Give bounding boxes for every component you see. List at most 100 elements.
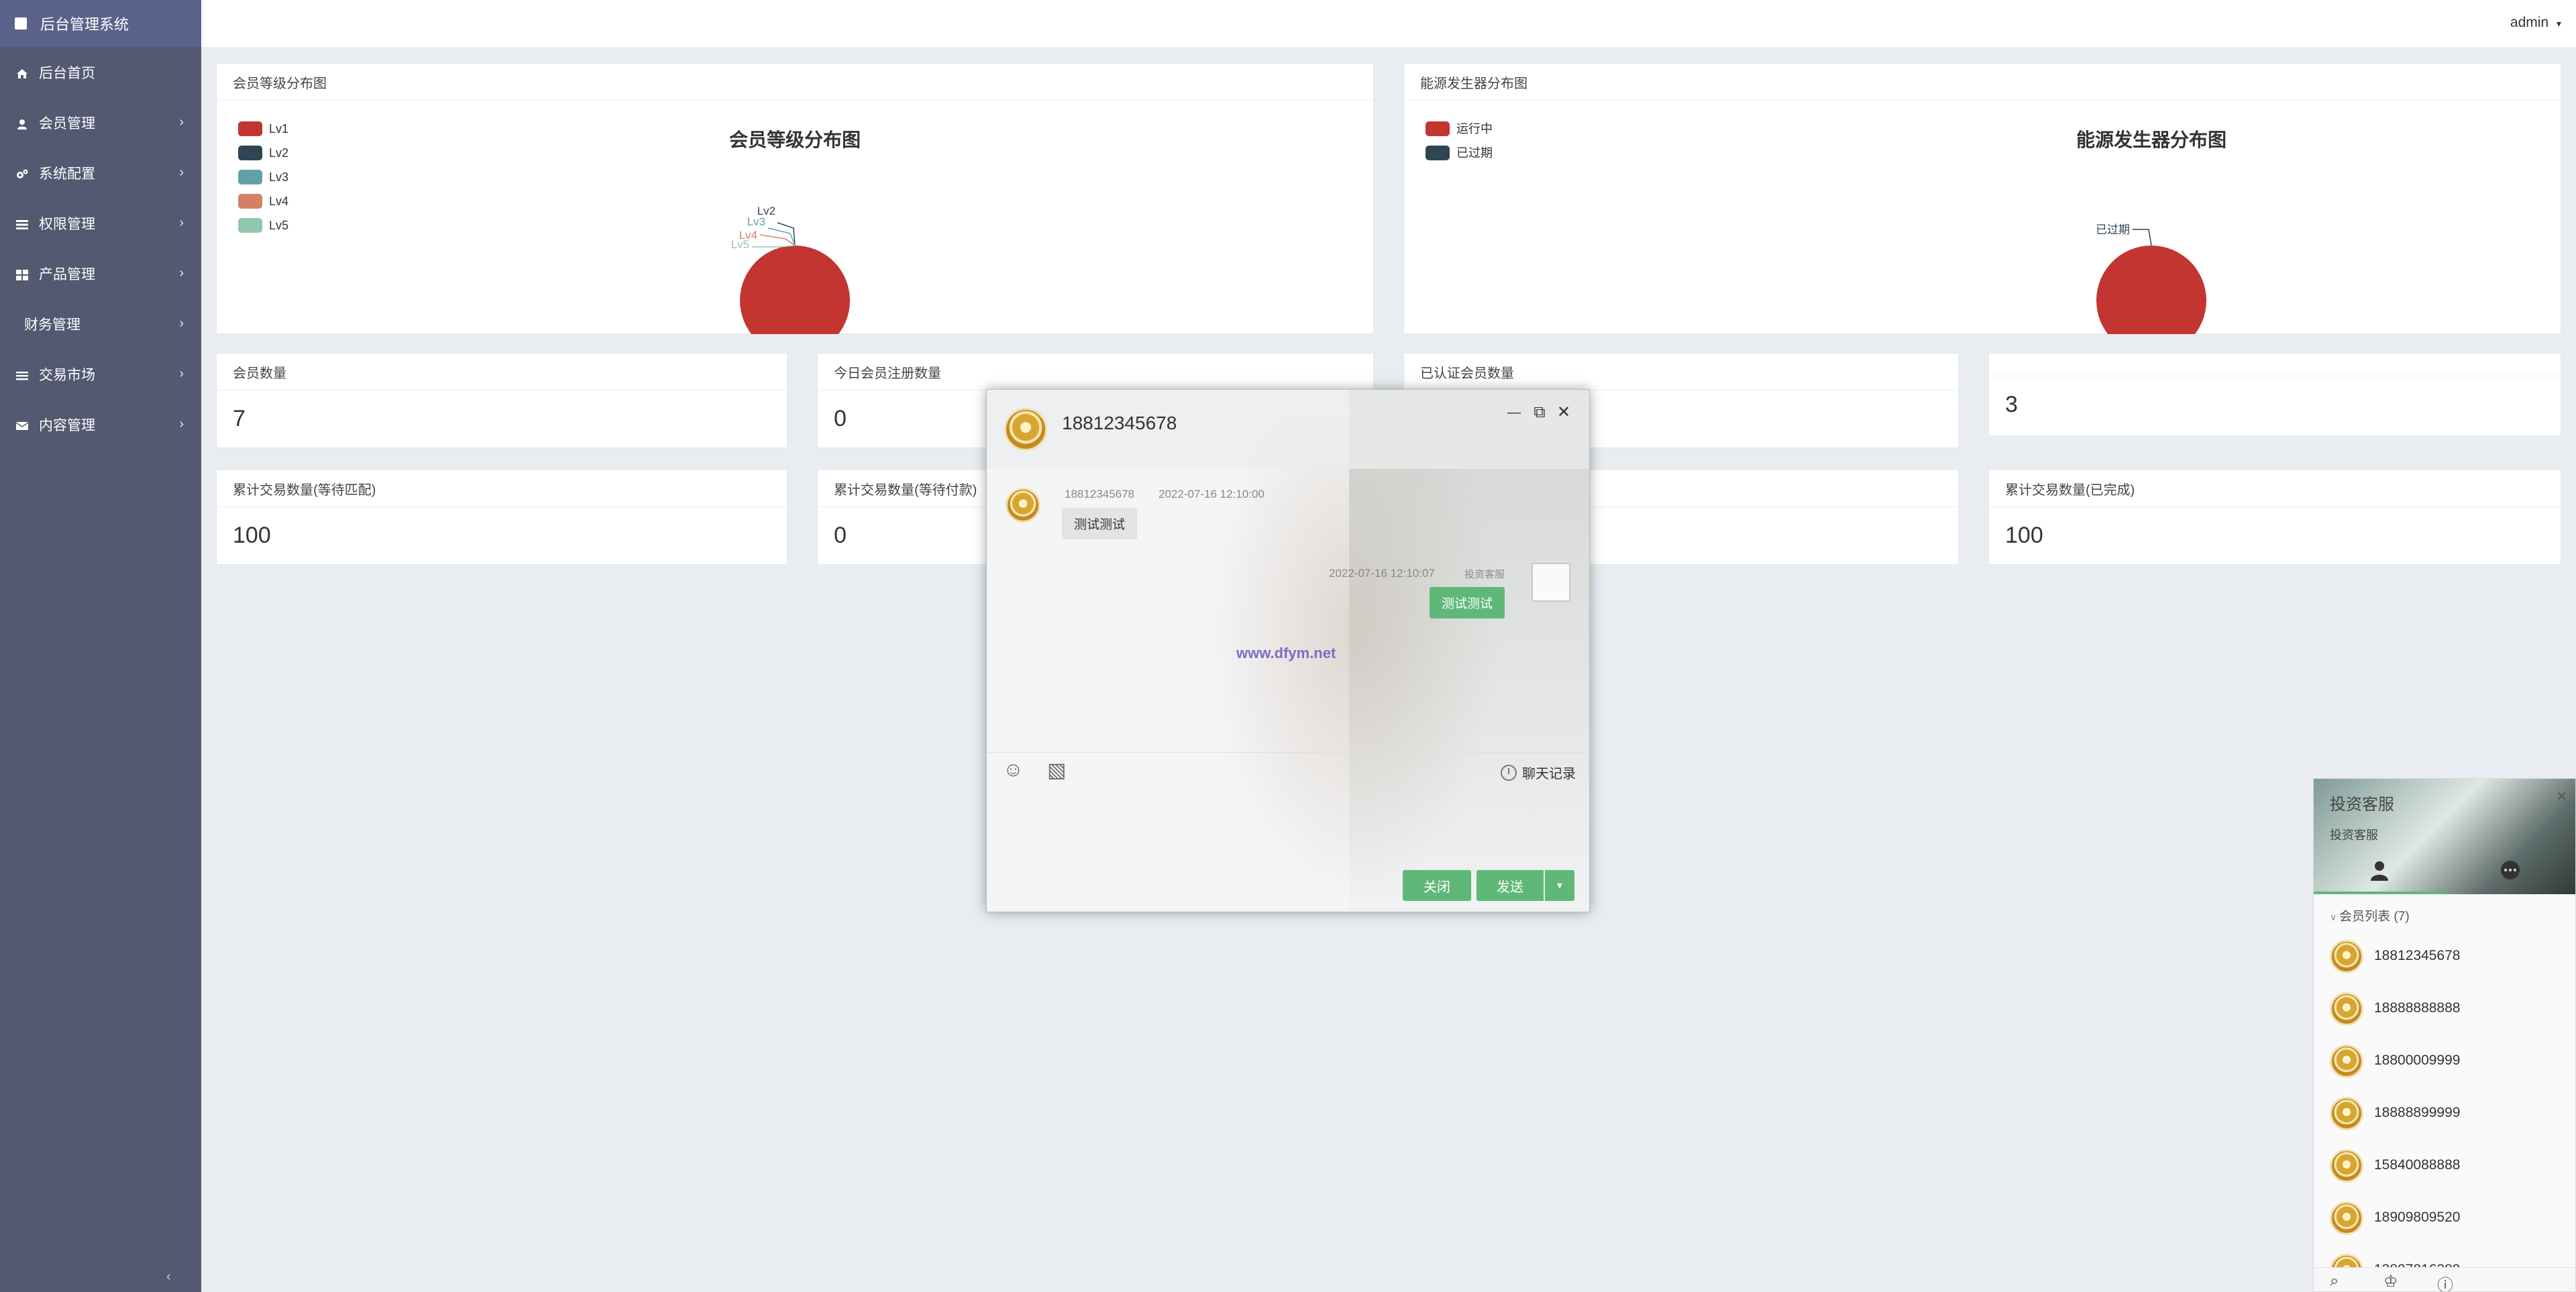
legend-label: Lv5: [269, 219, 288, 232]
member-name: 18812345678: [2374, 948, 2461, 963]
info-icon[interactable]: ⓘ: [2437, 1272, 2453, 1291]
sidebar-item-label: 产品管理: [39, 266, 95, 282]
legend-label: 运行中: [1456, 122, 1493, 136]
send-button[interactable]: 发送: [1477, 870, 1544, 901]
sidebar-item-finance[interactable]: 财务管理 ›: [0, 299, 201, 349]
legend-label: Lv4: [269, 195, 288, 208]
stat-value: 100: [2005, 523, 2043, 548]
close-icon[interactable]: ✕: [1554, 403, 1573, 422]
message-sender: 18812345678: [1065, 488, 1135, 500]
chevron-down-icon: ∨: [2330, 912, 2340, 922]
stat-label: 今日会员注册数量: [818, 354, 1373, 390]
im-panel-title: 投资客服: [2330, 796, 2394, 814]
minimize-icon[interactable]: —: [1505, 403, 1523, 422]
active-tab-indicator: [2314, 892, 2445, 894]
sidebar: 后台管理系统 后台首页 会员管理 › 系统配置 › 权限管理 › 产品管理 › …: [0, 0, 201, 1292]
chat-history-link[interactable]: 聊天记录: [1501, 763, 1576, 782]
chart-title: 能源发生器分布图: [2076, 129, 2226, 150]
sidebar-item-label: 权限管理: [39, 216, 95, 232]
legend-swatch: [238, 170, 262, 184]
legend-swatch: [1426, 146, 1450, 160]
history-label: 聊天记录: [1522, 767, 1576, 782]
emoji-icon[interactable]: ☺: [1003, 759, 1024, 782]
legend-label: Lv1: [269, 122, 288, 136]
list-item[interactable]: 18800009999: [2314, 1036, 2575, 1089]
leader-line: [2133, 229, 2152, 246]
caret-down-icon: ▾: [2556, 18, 2561, 29]
sidebar-collapse-button[interactable]: ‹: [166, 1269, 171, 1285]
sidebar-item-products[interactable]: 产品管理 ›: [0, 248, 201, 299]
sidebar-item-members[interactable]: 会员管理 ›: [0, 97, 201, 148]
avatar: [2330, 1201, 2363, 1235]
avatar: [2330, 1149, 2363, 1183]
legend-swatch: [1426, 121, 1450, 136]
broken-avatar-image: [1532, 563, 1570, 602]
list-item[interactable]: 18812345678: [2314, 932, 2575, 984]
sidebar-item-content[interactable]: 内容管理 ›: [0, 399, 201, 449]
legend-swatch: [238, 218, 262, 233]
message-sender: 投资客服: [1464, 569, 1505, 580]
chat-header[interactable]: 18812345678 — ⧉ ✕: [987, 390, 1589, 469]
send-options-dropdown[interactable]: ▾: [1545, 870, 1574, 901]
member-list-header[interactable]: ∨ 会员列表 (7): [2330, 906, 2410, 924]
list-item[interactable]: 18888899999: [2314, 1089, 2575, 1141]
close-chat-button[interactable]: 关闭: [1403, 870, 1471, 901]
pie-slice: [2096, 246, 2206, 334]
sidebar-item-label: 内容管理: [39, 417, 95, 433]
avatar: [2330, 992, 2363, 1026]
chevron-right-icon: ›: [179, 366, 184, 381]
sidebar-item-label: 交易市场: [39, 367, 95, 383]
legend-swatch: [238, 146, 262, 160]
im-panel-header[interactable]: 投资客服 投资客服 ✕: [2314, 779, 2575, 894]
contacts-tab-icon[interactable]: [2367, 858, 2392, 882]
user-menu[interactable]: admin ▾: [2510, 15, 2561, 31]
sidebar-item-market[interactable]: 交易市场 ›: [0, 349, 201, 399]
stat-card: 累计交易数量(已完成) 100: [1988, 470, 2561, 565]
user-icon: [16, 117, 28, 129]
top-bar: admin ▾: [201, 0, 2576, 47]
close-icon[interactable]: ✕: [2556, 788, 2567, 805]
list-item[interactable]: 15840088888: [2314, 1141, 2575, 1193]
list-item[interactable]: 18888888888: [2314, 984, 2575, 1036]
stat-label: [1989, 354, 2561, 376]
stat-value: 3: [2005, 392, 2018, 417]
stat-card: 累计交易数量(等待匹配) 100: [216, 470, 788, 565]
stat-card: 3: [1988, 353, 2561, 436]
message-input[interactable]: [987, 792, 1589, 859]
chat-dialog: 18812345678 — ⧉ ✕ 18812345678 2022-07-16…: [986, 389, 1590, 912]
chevron-right-icon: ›: [179, 316, 184, 331]
pie-slice: [740, 246, 850, 334]
stat-value: 100: [233, 523, 271, 548]
slice-label: Lv5: [731, 238, 749, 251]
member-name: 18888888888: [2374, 1000, 2461, 1016]
member-level-panel: 会员等级分布图 Lv1Lv2Lv3Lv4Lv5会员等级分布图Lv1Lv2Lv3L…: [216, 63, 1374, 334]
sidebar-title[interactable]: 后台管理系统: [0, 0, 201, 47]
sidebar-item-home[interactable]: 后台首页: [0, 47, 201, 97]
skin-icon[interactable]: ♔: [2383, 1272, 2398, 1291]
panel-title: 会员等级分布图: [217, 64, 1373, 101]
search-icon[interactable]: ⌕: [2330, 1272, 2339, 1291]
image-icon[interactable]: ▧: [1047, 759, 1066, 782]
leader-line: [752, 245, 796, 248]
cogs-icon: [16, 168, 28, 178]
chat-tab-icon[interactable]: [2499, 859, 2522, 882]
list-item[interactable]: 18909809520: [2314, 1193, 2575, 1246]
stat-label: 累计交易数量(等待匹配): [217, 470, 787, 507]
sidebar-item-permissions[interactable]: 权限管理 ›: [0, 198, 201, 248]
member-level-pie-chart: Lv1Lv2Lv3Lv4Lv5会员等级分布图Lv1Lv2Lv3Lv4Lv5: [238, 121, 861, 334]
member-name: 18888899999: [2374, 1105, 2461, 1120]
app-logo-icon: [15, 17, 27, 30]
maximize-icon[interactable]: ⧉: [1530, 403, 1549, 422]
stat-label: 已认证会员数量: [1404, 354, 1958, 390]
chevron-right-icon: ›: [179, 266, 184, 280]
slice-label: Lv3: [747, 215, 765, 228]
sidebar-item-system-config[interactable]: 系统配置 ›: [0, 148, 201, 198]
legend-swatch: [238, 194, 262, 209]
sidebar-item-label: 系统配置: [39, 166, 95, 182]
member-name: 18800009999: [2374, 1053, 2461, 1068]
list-icon: [16, 218, 28, 229]
avatar: [2330, 940, 2363, 973]
panel-title: 能源发生器分布图: [1404, 64, 2561, 101]
stat-label: 会员数量: [217, 354, 787, 390]
message-time: 2022-07-16 12:10:00: [1159, 488, 1265, 500]
